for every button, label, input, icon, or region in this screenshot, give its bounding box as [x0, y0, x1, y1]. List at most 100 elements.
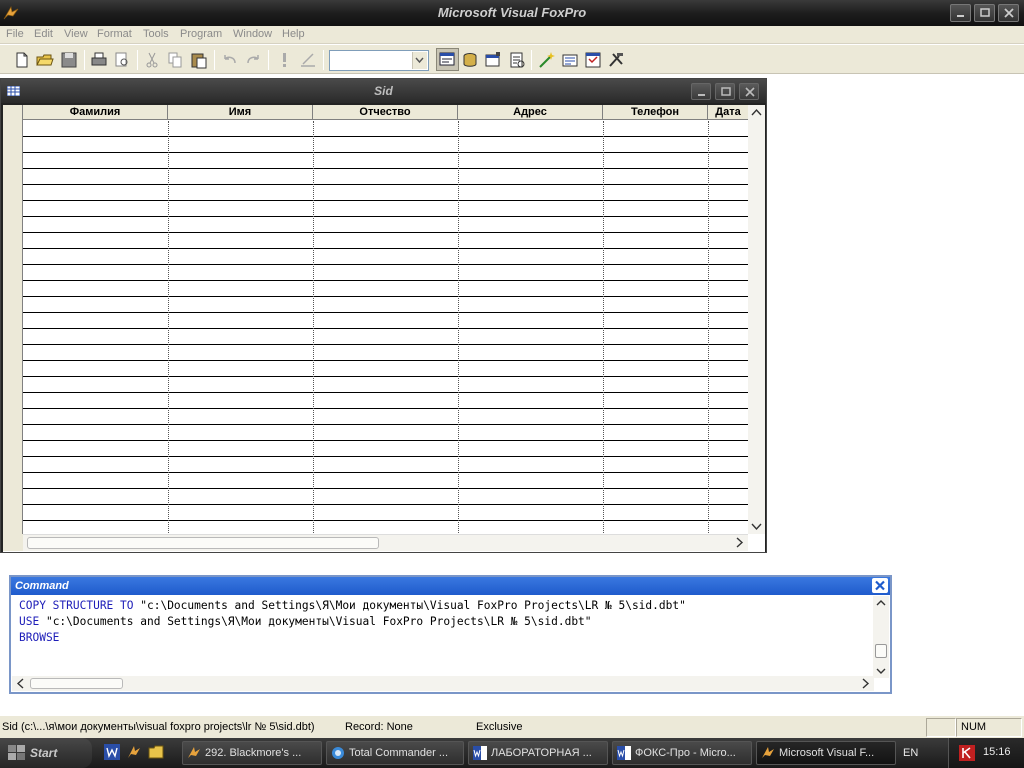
command-vertical-scrollbar[interactable]: [873, 596, 889, 678]
browse-close-button[interactable]: [739, 83, 759, 100]
scroll-down-icon[interactable]: [748, 519, 765, 533]
run-button[interactable]: [275, 50, 295, 70]
undo-button[interactable]: [220, 50, 240, 70]
grid-header: Фамилия Имя Отчество Адрес Телефон Дата: [23, 105, 748, 120]
menu-format[interactable]: Format: [97, 28, 132, 40]
copy-button[interactable]: [165, 50, 185, 70]
browse-vertical-scrollbar[interactable]: [748, 105, 765, 534]
task-button[interactable]: Total Commander ...: [326, 741, 464, 765]
app-title-bar: Microsoft Visual FoxPro: [0, 0, 1024, 26]
tools-button[interactable]: [606, 50, 626, 70]
status-bar: Sid (c:\...\я\мои документы\visual foxpr…: [0, 715, 1024, 738]
status-mode: Exclusive: [476, 721, 523, 733]
report-wizard-button[interactable]: [560, 50, 580, 70]
menu-window[interactable]: Window: [233, 28, 272, 40]
menu-tools[interactable]: Tools: [143, 28, 169, 40]
column-header-patronymic[interactable]: Отчество: [313, 105, 458, 120]
language-indicator[interactable]: EN: [903, 747, 918, 759]
status-panel-empty: [926, 718, 956, 737]
horizontal-scroll-thumb[interactable]: [27, 537, 379, 549]
horizontal-scroll-thumb[interactable]: [30, 678, 123, 689]
task-button[interactable]: 292. Blackmore's ...: [182, 741, 322, 765]
column-header-date[interactable]: Дата: [708, 105, 748, 120]
scroll-up-icon[interactable]: [873, 596, 889, 610]
browse-title-bar[interactable]: Sid: [1, 79, 766, 103]
browse-window: Sid Фамилия Имя Отчество Адрес Телефон Д…: [0, 78, 767, 553]
close-icon: [1004, 8, 1014, 18]
redo-button[interactable]: [243, 50, 263, 70]
menu-view[interactable]: View: [64, 28, 88, 40]
browse-maximize-button[interactable]: [715, 83, 735, 100]
maximize-icon: [721, 87, 731, 96]
properties-icon: [485, 52, 500, 67]
paste-button[interactable]: [189, 50, 209, 70]
column-header-phone[interactable]: Телефон: [603, 105, 708, 120]
scroll-up-icon[interactable]: [748, 106, 765, 120]
word-document-icon: [617, 746, 631, 760]
quicklaunch-foxpro-icon[interactable]: [126, 744, 142, 760]
column-header-surname[interactable]: Фамилия: [23, 105, 168, 120]
browse-horizontal-scrollbar[interactable]: [23, 534, 748, 551]
task-button[interactable]: ФОКС-Про - Micro...: [612, 741, 752, 765]
chevron-down-icon[interactable]: [412, 52, 427, 69]
save-button[interactable]: [59, 50, 79, 70]
taskbar: Start 292. Blackmore's ... Total Command…: [0, 738, 1024, 768]
form-wizard-button[interactable]: [537, 50, 557, 70]
database-combo[interactable]: [329, 50, 429, 71]
hammer-wrench-icon: [609, 53, 623, 67]
column-header-name[interactable]: Имя: [168, 105, 313, 120]
column-header-address[interactable]: Адрес: [458, 105, 603, 120]
menu-help[interactable]: Help: [282, 28, 305, 40]
command-close-button[interactable]: [872, 578, 888, 593]
command-window-button[interactable]: [436, 48, 459, 71]
record-selector-column[interactable]: [3, 105, 23, 534]
command-line[interactable]: USE "c:\Documents and Settings\Я\Мои док…: [19, 614, 874, 630]
code-icon: [510, 52, 525, 68]
vertical-scroll-thumb[interactable]: [875, 644, 887, 658]
new-file-button[interactable]: [12, 50, 32, 70]
print-button[interactable]: [89, 50, 109, 70]
scroll-left-icon[interactable]: [14, 676, 28, 691]
command-horizontal-scrollbar[interactable]: [12, 676, 874, 691]
form-designer-button[interactable]: [583, 50, 603, 70]
foxpro-icon: [188, 747, 200, 758]
start-button[interactable]: Start: [0, 738, 92, 768]
command-line[interactable]: COPY STRUCTURE TO "c:\Documents and Sett…: [19, 598, 874, 614]
status-table-path: Sid (c:\...\я\мои документы\visual foxpr…: [2, 721, 315, 733]
kaspersky-icon[interactable]: [959, 745, 975, 761]
quicklaunch-word-icon[interactable]: [104, 744, 120, 760]
code-window-button[interactable]: [507, 50, 527, 70]
cut-button[interactable]: [142, 50, 162, 70]
quicklaunch-folder-icon[interactable]: [148, 744, 164, 760]
minimize-button[interactable]: [950, 4, 971, 22]
copy-icon: [168, 52, 182, 68]
scroll-down-icon[interactable]: [873, 664, 889, 678]
app-title: Microsoft Visual FoxPro: [437, 5, 587, 20]
task-button[interactable]: ЛАБОРАТОРНАЯ ...: [468, 741, 608, 765]
close-button[interactable]: [998, 4, 1019, 22]
modify-form-button[interactable]: [298, 50, 318, 70]
status-num-indicator: NUM: [956, 718, 1022, 737]
browse-grid[interactable]: Фамилия Имя Отчество Адрес Телефон Дата: [3, 105, 765, 552]
system-tray: 15:16: [948, 738, 1024, 768]
command-editor[interactable]: COPY STRUCTURE TO "c:\Documents and Sett…: [19, 598, 874, 646]
word-document-icon: [473, 746, 487, 760]
browse-minimize-button[interactable]: [691, 83, 711, 100]
menu-bar: File Edit View Format Tools Program Wind…: [0, 26, 1024, 44]
clock[interactable]: 15:16: [983, 746, 1011, 758]
menu-file[interactable]: File: [6, 28, 24, 40]
menu-edit[interactable]: Edit: [34, 28, 53, 40]
open-button[interactable]: [35, 50, 55, 70]
task-button-active[interactable]: Microsoft Visual F...: [756, 741, 896, 765]
minimize-icon: [698, 94, 705, 96]
properties-button[interactable]: [483, 50, 503, 70]
command-line[interactable]: BROWSE: [19, 630, 874, 646]
print-preview-button[interactable]: [112, 50, 132, 70]
scroll-right-icon[interactable]: [858, 676, 872, 691]
menu-program[interactable]: Program: [180, 28, 222, 40]
maximize-button[interactable]: [974, 4, 995, 22]
scroll-right-icon[interactable]: [732, 535, 746, 550]
standard-toolbar: [0, 45, 1024, 74]
database-designer-button[interactable]: [460, 50, 480, 70]
grid-rows[interactable]: [23, 121, 748, 533]
